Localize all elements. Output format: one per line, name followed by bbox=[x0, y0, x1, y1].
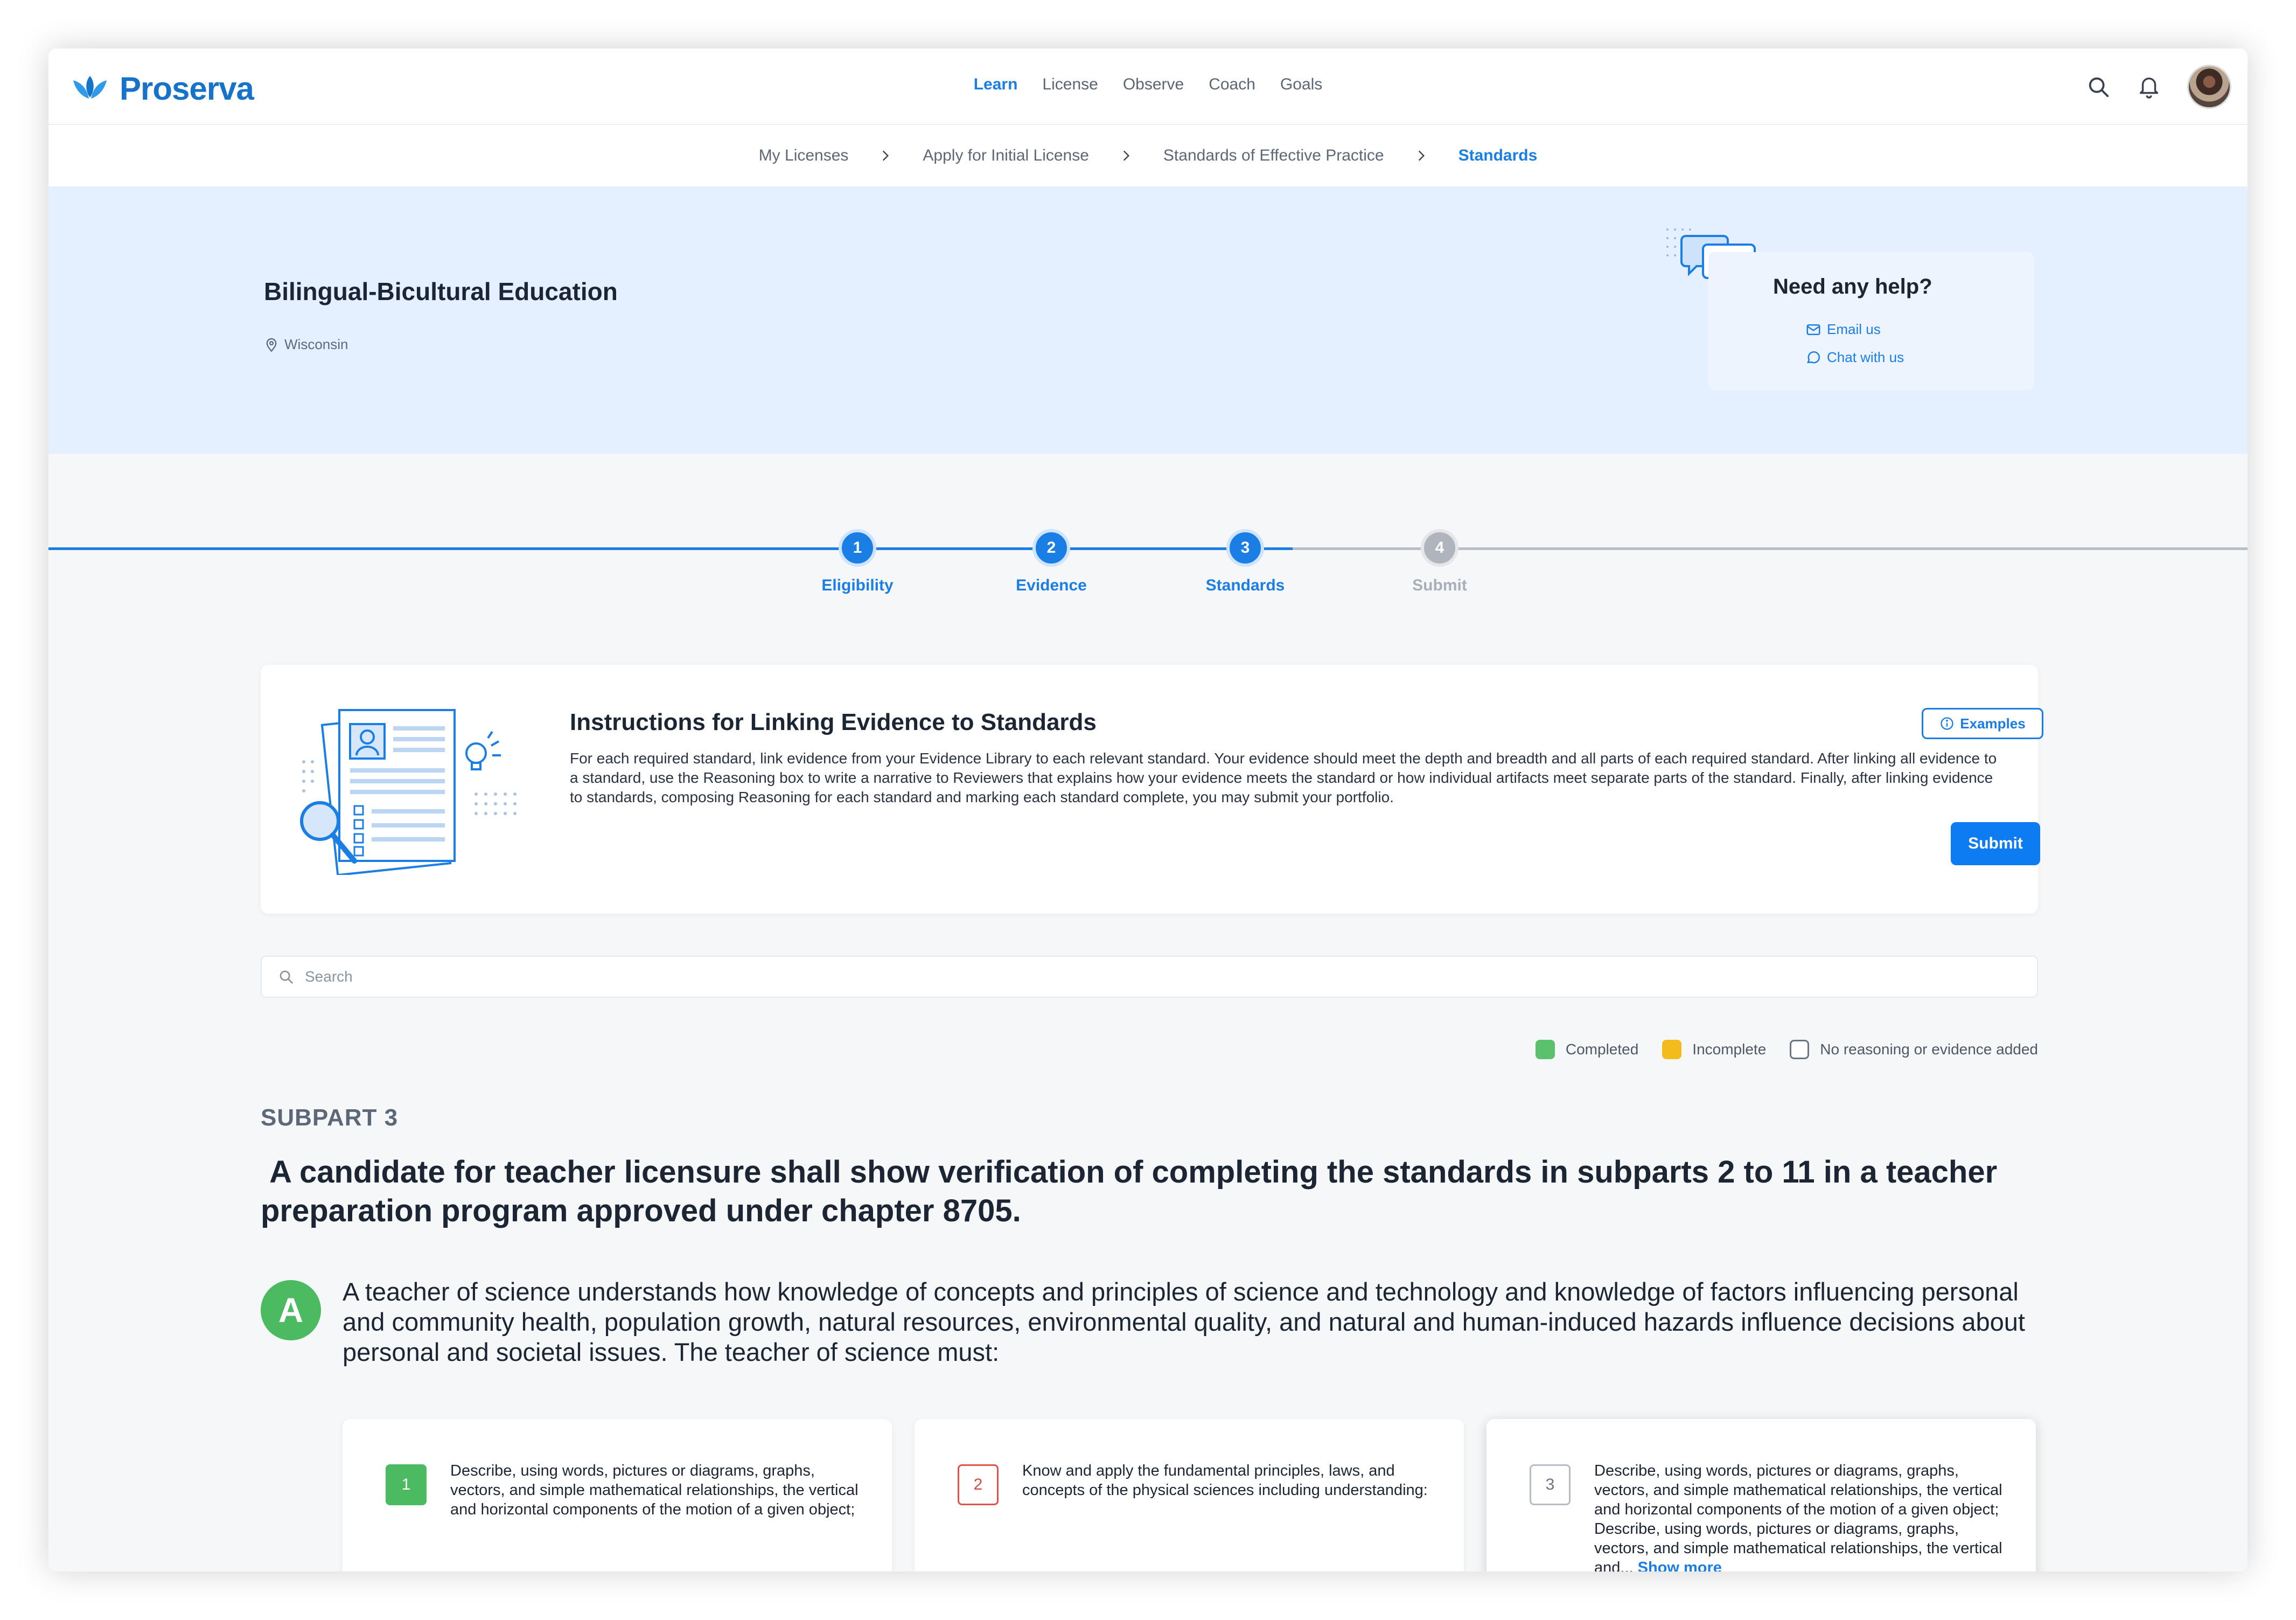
app-window: Proserva Learn License Observe Coach Goa… bbox=[48, 48, 2248, 1572]
chat-with-us-link[interactable]: Chat with us bbox=[1805, 349, 1904, 366]
item-text: Know and apply the fundamental principle… bbox=[1022, 1462, 1428, 1499]
legend-label: Completed bbox=[1565, 1041, 1639, 1058]
nav-coach[interactable]: Coach bbox=[1209, 75, 1255, 94]
search-icon bbox=[280, 970, 293, 984]
map-pin-icon bbox=[266, 338, 277, 352]
breadcrumb-standards-effective-practice[interactable]: Standards of Effective Practice bbox=[1163, 147, 1384, 165]
page-title: Bilingual-Bicultural Education bbox=[264, 277, 618, 305]
legend-no-reasoning: No reasoning or evidence added bbox=[1790, 1040, 2038, 1059]
nav-license[interactable]: License bbox=[1042, 75, 1098, 94]
legend-label: Incomplete bbox=[1692, 1041, 1767, 1058]
nav-learn[interactable]: Learn bbox=[974, 75, 1018, 94]
legend-incomplete: Incomplete bbox=[1662, 1040, 1766, 1059]
instructions-title: Instructions for Linking Evidence to Sta… bbox=[570, 709, 1097, 735]
status-legend: Completed Incomplete No reasoning or evi… bbox=[1535, 1040, 2038, 1059]
submit-button[interactable]: Submit bbox=[1951, 822, 2040, 865]
document-magnifier-illustration-icon bbox=[300, 709, 517, 875]
item-number-badge: 2 bbox=[958, 1464, 999, 1505]
step-number: 1 bbox=[839, 529, 876, 567]
hero-banner: Bilingual-Bicultural Education Wisconsin… bbox=[48, 186, 2248, 454]
standard-letter-badge: A bbox=[261, 1280, 321, 1340]
chevron-right-icon bbox=[1123, 150, 1129, 161]
legend-completed: Completed bbox=[1535, 1040, 1639, 1059]
search-input[interactable] bbox=[305, 968, 1974, 985]
instructions-body: For each required standard, link evidenc… bbox=[570, 750, 1997, 805]
standard-text: A teacher of science understands how kno… bbox=[343, 1277, 2025, 1366]
step-evidence[interactable]: 2 Evidence bbox=[997, 529, 1105, 595]
step-number: 2 bbox=[1032, 529, 1070, 567]
progress-stepper: 1 Eligibility 2 Evidence 3 Standards 4 S… bbox=[48, 524, 2248, 610]
location: Wisconsin bbox=[264, 336, 348, 353]
chat-bubble-icon bbox=[1807, 351, 1820, 363]
examples-button[interactable]: Examples bbox=[1922, 708, 2043, 739]
standard-item-card-1[interactable]: 1 Describe, using words, pictures or dia… bbox=[343, 1419, 892, 1572]
empty-swatch bbox=[1790, 1040, 1810, 1059]
standard-item-card-2[interactable]: 2 Know and apply the fundamental princip… bbox=[915, 1419, 1464, 1572]
step-eligibility[interactable]: 1 Eligibility bbox=[804, 529, 911, 595]
search-icon[interactable] bbox=[2086, 74, 2111, 99]
step-label: Evidence bbox=[1016, 576, 1087, 594]
breadcrumb-standards[interactable]: Standards bbox=[1458, 147, 1538, 165]
stepper-progress-line bbox=[48, 547, 1293, 550]
step-label: Standards bbox=[1205, 576, 1285, 594]
show-more-link[interactable]: Show more bbox=[1638, 1559, 1722, 1572]
standard-item-card-3[interactable]: 3 Describe, using words, pictures or dia… bbox=[1487, 1419, 2036, 1572]
incomplete-swatch bbox=[1662, 1040, 1682, 1059]
subpart-title: A candidate for teacher licensure shall … bbox=[261, 1155, 2006, 1228]
info-circle-icon bbox=[1941, 717, 1953, 730]
step-standards[interactable]: 3 Standards bbox=[1191, 529, 1299, 595]
examples-label: Examples bbox=[1960, 715, 2026, 732]
breadcrumb-apply-initial-license[interactable]: Apply for Initial License bbox=[923, 147, 1089, 165]
chat-with-us-label: Chat with us bbox=[1827, 349, 1904, 365]
chevron-right-icon bbox=[883, 150, 889, 161]
step-number: 4 bbox=[1421, 529, 1458, 567]
breadcrumb-my-licenses[interactable]: My Licenses bbox=[759, 147, 849, 165]
item-number-badge: 3 bbox=[1530, 1464, 1571, 1505]
step-label: Submit bbox=[1412, 576, 1467, 594]
email-us-link[interactable]: Email us bbox=[1805, 321, 1881, 338]
legend-label: No reasoning or evidence added bbox=[1820, 1041, 2038, 1058]
step-number: 3 bbox=[1226, 529, 1264, 567]
help-card: Need any help? Email us Chat with us bbox=[1708, 252, 2034, 390]
completed-swatch bbox=[1535, 1040, 1555, 1059]
subpart-label: SUBPART 3 bbox=[261, 1104, 399, 1131]
top-bar: Proserva Learn License Observe Coach Goa… bbox=[48, 48, 2248, 125]
user-avatar[interactable] bbox=[2187, 65, 2231, 109]
header-actions bbox=[2086, 65, 2231, 109]
item-number-badge: 1 bbox=[386, 1464, 427, 1505]
step-label: Eligibility bbox=[821, 576, 894, 594]
email-us-label: Email us bbox=[1827, 321, 1881, 337]
nav-observe[interactable]: Observe bbox=[1123, 75, 1184, 94]
location-text: Wisconsin bbox=[284, 336, 348, 352]
mail-icon bbox=[1806, 324, 1820, 335]
main-nav: Learn License Observe Coach Goals bbox=[48, 75, 2248, 94]
help-title: Need any help? bbox=[1773, 275, 1932, 298]
step-submit[interactable]: 4 Submit bbox=[1386, 529, 1494, 595]
search-bar bbox=[261, 956, 2038, 998]
item-text-block: Describe, using words, pictures or diagr… bbox=[1594, 1461, 2004, 1572]
bell-icon[interactable] bbox=[2137, 74, 2161, 99]
nav-goals[interactable]: Goals bbox=[1280, 75, 1322, 94]
item-text: Describe, using words, pictures or diagr… bbox=[1594, 1462, 2002, 1572]
item-text: Describe, using words, pictures or diagr… bbox=[450, 1462, 859, 1518]
instructions-card: Instructions for Linking Evidence to Sta… bbox=[261, 665, 2043, 914]
breadcrumb: My Licenses Apply for Initial License St… bbox=[48, 125, 2248, 186]
chevron-right-icon bbox=[1418, 150, 1425, 161]
